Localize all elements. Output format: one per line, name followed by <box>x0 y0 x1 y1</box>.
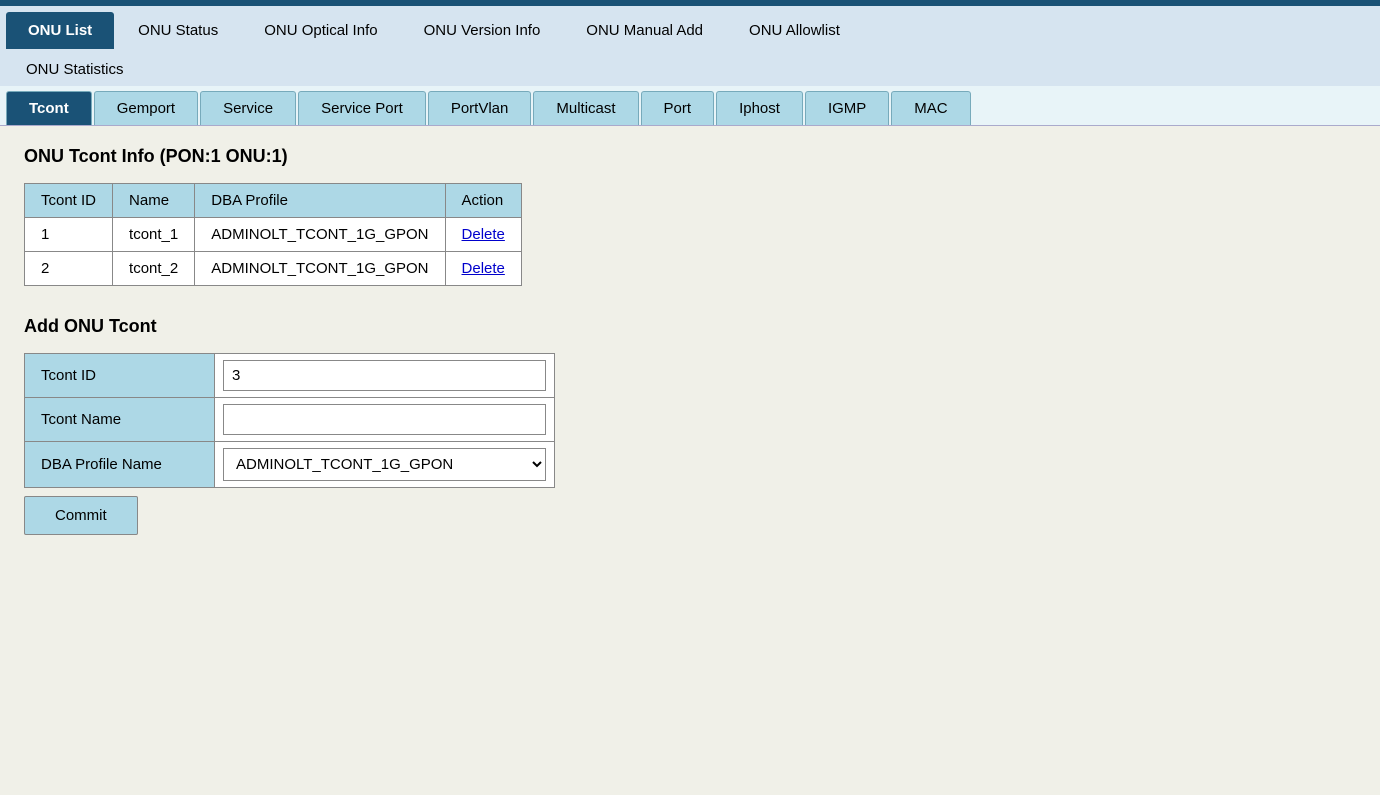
input-cell-tcont-name <box>215 398 555 442</box>
commit-button[interactable]: Commit <box>24 496 138 535</box>
add-form-table: Tcont ID Tcont Name DBA Profile Name ADM… <box>24 353 555 488</box>
tab-onu-allowlist[interactable]: ONU Allowlist <box>727 12 862 49</box>
col-header-action: Action <box>445 184 521 218</box>
cell-dba-1: ADMINOLT_TCONT_1G_GPON <box>195 218 445 252</box>
cell-tcont-id-2: 2 <box>25 252 113 286</box>
secondary-tabs-container: Tcont Gemport Service Service Port PortV… <box>0 86 1380 126</box>
dba-profile-select[interactable]: ADMINOLT_TCONT_1G_GPON <box>223 448 546 481</box>
col-header-tcont-id: Tcont ID <box>25 184 113 218</box>
main-tabs-container: ONU List ONU Status ONU Optical Info ONU… <box>0 6 1380 49</box>
info-title: ONU Tcont Info (PON:1 ONU:1) <box>24 146 1356 167</box>
tab-service-port[interactable]: Service Port <box>298 91 426 125</box>
tab-mac[interactable]: MAC <box>891 91 970 125</box>
label-dba-profile: DBA Profile Name <box>25 442 215 488</box>
tcont-name-input[interactable] <box>223 404 546 435</box>
col-header-dba-profile: DBA Profile <box>195 184 445 218</box>
tab-tcont[interactable]: Tcont <box>6 91 92 125</box>
tcont-id-input[interactable] <box>223 360 546 391</box>
tab-onu-list[interactable]: ONU List <box>6 12 114 49</box>
tab-onu-status[interactable]: ONU Status <box>116 12 240 49</box>
tab-onu-manual-add[interactable]: ONU Manual Add <box>564 12 725 49</box>
tab-onu-optical-info[interactable]: ONU Optical Info <box>242 12 399 49</box>
tcont-info-table: Tcont ID Name DBA Profile Action 1 tcont… <box>24 183 522 286</box>
form-row-dba-profile: DBA Profile Name ADMINOLT_TCONT_1G_GPON <box>25 442 555 488</box>
form-row-tcont-id: Tcont ID <box>25 354 555 398</box>
tab-igmp[interactable]: IGMP <box>805 91 889 125</box>
main-content: ONU Tcont Info (PON:1 ONU:1) Tcont ID Na… <box>0 126 1380 726</box>
tab-port[interactable]: Port <box>641 91 715 125</box>
tab-onu-version-info[interactable]: ONU Version Info <box>402 12 563 49</box>
tab-multicast[interactable]: Multicast <box>533 91 638 125</box>
tab-gemport[interactable]: Gemport <box>94 91 198 125</box>
cell-action-1: Delete <box>445 218 521 252</box>
table-row: 2 tcont_2 ADMINOLT_TCONT_1G_GPON Delete <box>25 252 522 286</box>
sub-tabs-row: ONU Statistics <box>0 49 1380 86</box>
label-tcont-id: Tcont ID <box>25 354 215 398</box>
label-tcont-name: Tcont Name <box>25 398 215 442</box>
cell-action-2: Delete <box>445 252 521 286</box>
col-header-name: Name <box>113 184 195 218</box>
input-cell-dba-profile: ADMINOLT_TCONT_1G_GPON <box>215 442 555 488</box>
input-cell-tcont-id <box>215 354 555 398</box>
cell-name-1: tcont_1 <box>113 218 195 252</box>
cell-tcont-id-1: 1 <box>25 218 113 252</box>
form-row-tcont-name: Tcont Name <box>25 398 555 442</box>
tab-onu-statistics[interactable]: ONU Statistics <box>6 53 144 86</box>
tab-portvlan[interactable]: PortVlan <box>428 91 532 125</box>
delete-link-2[interactable]: Delete <box>462 260 505 277</box>
tab-iphost[interactable]: Iphost <box>716 91 803 125</box>
tab-service[interactable]: Service <box>200 91 296 125</box>
cell-dba-2: ADMINOLT_TCONT_1G_GPON <box>195 252 445 286</box>
add-title: Add ONU Tcont <box>24 316 1356 337</box>
delete-link-1[interactable]: Delete <box>462 226 505 243</box>
cell-name-2: tcont_2 <box>113 252 195 286</box>
table-row: 1 tcont_1 ADMINOLT_TCONT_1G_GPON Delete <box>25 218 522 252</box>
